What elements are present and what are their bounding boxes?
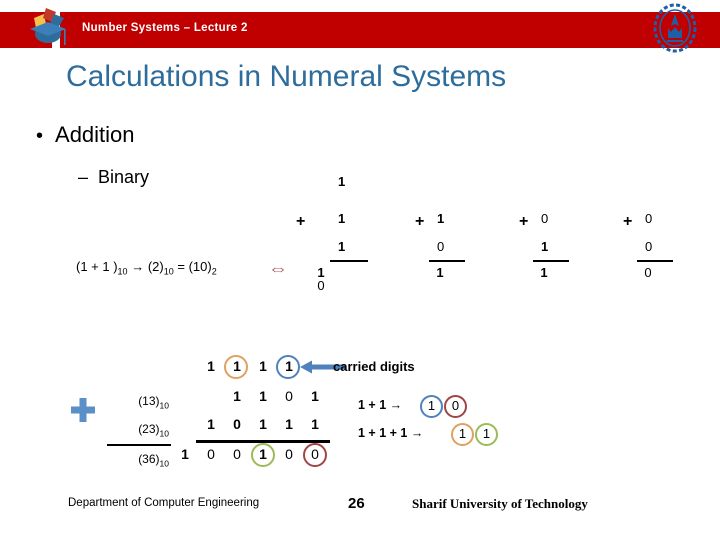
equation-sub-a: 10: [117, 266, 128, 277]
graduation-cap-logo: [22, 2, 74, 54]
mini-sum-4-operand-b: 0: [645, 239, 653, 254]
mini-sum-3-operand-b: 1: [541, 239, 549, 254]
carry-circle-orange: [224, 355, 248, 379]
operand-b-label-text: (23): [138, 422, 160, 436]
note-2: 1 + 1 + 1 →: [358, 426, 423, 440]
sharif-university-seal: [652, 2, 698, 54]
operand-b-digit-1: 1: [207, 416, 215, 432]
mini-sum-3-plus-icon: +: [519, 213, 529, 230]
carry-circle-blue: [276, 355, 300, 379]
result-label-sub: 10: [159, 458, 169, 469]
operand-b-label: (23)10: [105, 422, 169, 438]
operand-a-digit-4: 0: [285, 388, 293, 404]
operand-a-digit-2: 1: [233, 388, 241, 404]
mini-sum-2-operand-b: 0: [437, 239, 445, 254]
operand-a-label-sub: 10: [159, 400, 169, 411]
mini-sum-1-result-digit-1: 0: [317, 278, 325, 293]
equation-sub-b: 10: [163, 266, 174, 277]
double-arrow-icon: ⇔: [268, 258, 288, 280]
result-label: (36)10: [105, 452, 169, 468]
mini-sum-1-operand-a: 1: [338, 211, 346, 226]
footer-department: Department of Computer Engineering: [68, 497, 260, 509]
note-1-text: 1 + 1: [358, 398, 387, 412]
mini-sum-1-carry: 1: [338, 174, 346, 189]
note-2-arrow: →: [410, 426, 424, 440]
equation-part-b: (2): [147, 259, 164, 274]
mini-sum-4-result-digit-0: 0: [644, 265, 652, 280]
carry-digit-3: 1: [259, 358, 267, 374]
mini-sum-1-rule: [330, 260, 368, 262]
operand-b-digit-5: 1: [311, 416, 319, 432]
result-label-text: (36): [138, 452, 160, 466]
mini-sum-4-operand-a: 0: [645, 211, 653, 226]
mini-sum-3-operand-a: 0: [541, 211, 549, 226]
equation-part-a: (1 + 1 ): [76, 259, 118, 274]
footer-page-number: 26: [348, 495, 365, 512]
note-1: 1 + 1 →: [358, 398, 402, 412]
mini-sum-1-result: 10: [312, 266, 330, 292]
bullet-marker: •: [36, 125, 44, 147]
equation-equals: =: [177, 259, 185, 274]
mini-sum-4-rule: [637, 260, 673, 262]
result-circle-darkred: [303, 443, 327, 467]
result-digit-2: 0: [233, 446, 241, 462]
blue-plus-icon: [70, 397, 96, 423]
mini-sum-2-result-digit-0: 1: [436, 265, 444, 280]
bullet-addition: • Addition: [36, 122, 135, 148]
note-1-arrow: →: [389, 398, 403, 412]
result-circle-green: [251, 443, 275, 467]
operand-b-digit-2: 0: [233, 416, 241, 432]
equation-arrow: →: [131, 259, 145, 274]
mini-sum-3-rule: [533, 260, 569, 262]
footer-university: Sharif University of Technology: [412, 496, 588, 511]
note-2-digit-0: 1: [451, 423, 474, 446]
mini-sum-2-plus-icon: +: [415, 213, 425, 230]
operand-b-digit-3: 1: [259, 416, 267, 432]
result-digit-4: 0: [285, 446, 293, 462]
label-rule: [107, 444, 171, 446]
note-1-digit-1: 0: [444, 395, 467, 418]
mini-sum-3-result: 1: [535, 266, 553, 279]
bullet-binary-label: Binary: [98, 167, 150, 187]
operand-b-digit-4: 1: [285, 416, 293, 432]
result-digit-1: 0: [207, 446, 215, 462]
equation-part-c: (10): [188, 259, 212, 274]
note-2-text: 1 + 1 + 1: [358, 426, 408, 440]
mini-sum-2-rule: [429, 260, 465, 262]
sub-bullet-marker: –: [78, 167, 89, 187]
bullet-addition-label: Addition: [55, 122, 135, 147]
mini-sum-4-result: 0: [639, 266, 657, 279]
operand-a-label: (13)10: [105, 394, 169, 410]
operand-a-digit-3: 1: [259, 388, 267, 404]
mini-sum-3-result-digit-0: 1: [540, 265, 548, 280]
note-1-digit-0: 1: [420, 395, 443, 418]
carry-digit-1: 1: [207, 358, 215, 374]
operand-a-digit-5: 1: [311, 388, 319, 404]
page-title: Calculations in Numeral Systems: [66, 60, 507, 93]
mini-sum-1-operand-b: 1: [338, 239, 346, 254]
equation-sub-c: 2: [211, 266, 217, 277]
binary-equation: (1 + 1 )10 → (2)10 = (10)2: [76, 259, 217, 277]
header-lecture-title: Number Systems – Lecture 2: [82, 22, 248, 34]
operand-b-label-sub: 10: [159, 428, 169, 439]
mini-sum-4-plus-icon: +: [623, 213, 633, 230]
mini-sum-2-result: 1: [431, 266, 449, 279]
mini-sum-2-operand-a: 1: [437, 211, 445, 226]
carried-digits-label: carried digits: [333, 359, 415, 374]
operand-a-label-text: (13): [138, 394, 160, 408]
bullet-binary: – Binary: [78, 167, 149, 188]
result-digit-0: 1: [181, 446, 189, 462]
note-2-digit-1: 1: [475, 423, 498, 446]
mini-sum-1-plus-icon: +: [296, 213, 306, 230]
